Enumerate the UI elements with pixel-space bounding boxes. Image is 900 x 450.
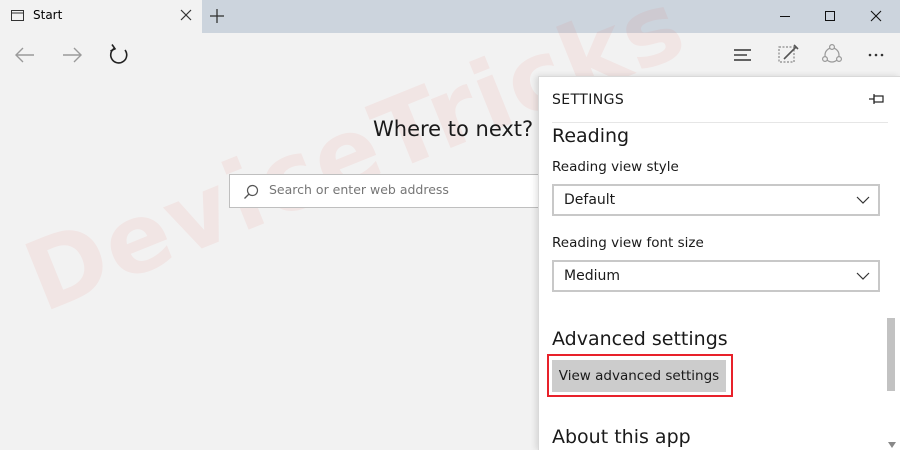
search-icon xyxy=(244,184,259,199)
minimize-icon xyxy=(780,16,790,17)
title-bar: Start xyxy=(0,0,900,33)
scroll-down-icon[interactable] xyxy=(888,442,896,448)
window-close-button[interactable] xyxy=(853,0,899,33)
tab-title: Start xyxy=(33,8,63,22)
scrollbar[interactable] xyxy=(887,123,897,450)
reading-section-title: Reading xyxy=(552,125,630,147)
tab-page-icon xyxy=(11,10,24,21)
search-input[interactable] xyxy=(269,182,549,197)
arrow-left-icon[interactable] xyxy=(12,42,38,68)
reading-font-value: Medium xyxy=(564,268,620,284)
web-note-icon[interactable] xyxy=(775,42,801,68)
settings-panel: SETTINGS Reading Reading view style Defa… xyxy=(538,76,900,450)
new-tab-plus-icon[interactable] xyxy=(207,6,227,26)
reading-style-select[interactable]: Default xyxy=(552,184,880,216)
maximize-button[interactable] xyxy=(807,0,853,33)
reading-font-label: Reading view font size xyxy=(552,235,704,251)
reading-style-label: Reading view style xyxy=(552,159,679,175)
close-icon xyxy=(870,10,882,22)
minimize-button[interactable] xyxy=(762,0,808,33)
hub-icon[interactable] xyxy=(730,42,756,68)
tab-close-icon[interactable] xyxy=(178,7,194,23)
advanced-section-title: Advanced settings xyxy=(552,328,728,350)
view-advanced-settings-button[interactable]: View advanced settings xyxy=(552,360,726,392)
reading-style-value: Default xyxy=(564,192,616,208)
settings-title: SETTINGS xyxy=(552,92,625,108)
scroll-thumb[interactable] xyxy=(887,318,895,391)
about-section-title: About this app xyxy=(552,426,691,448)
divider xyxy=(552,122,888,123)
tab-start[interactable]: Start xyxy=(0,0,202,33)
navigation-bar xyxy=(0,33,900,76)
share-icon[interactable] xyxy=(819,42,845,68)
arrow-right-icon[interactable] xyxy=(59,42,85,68)
chevron-down-icon xyxy=(856,272,870,280)
chevron-down-icon xyxy=(856,196,870,204)
page-heading: Where to next? xyxy=(373,117,534,141)
pin-icon[interactable] xyxy=(868,92,886,106)
refresh-icon[interactable] xyxy=(106,42,132,68)
reading-font-select[interactable]: Medium xyxy=(552,260,880,292)
address-search-box[interactable] xyxy=(229,174,559,208)
more-icon[interactable] xyxy=(864,42,890,68)
maximize-icon xyxy=(825,11,835,21)
